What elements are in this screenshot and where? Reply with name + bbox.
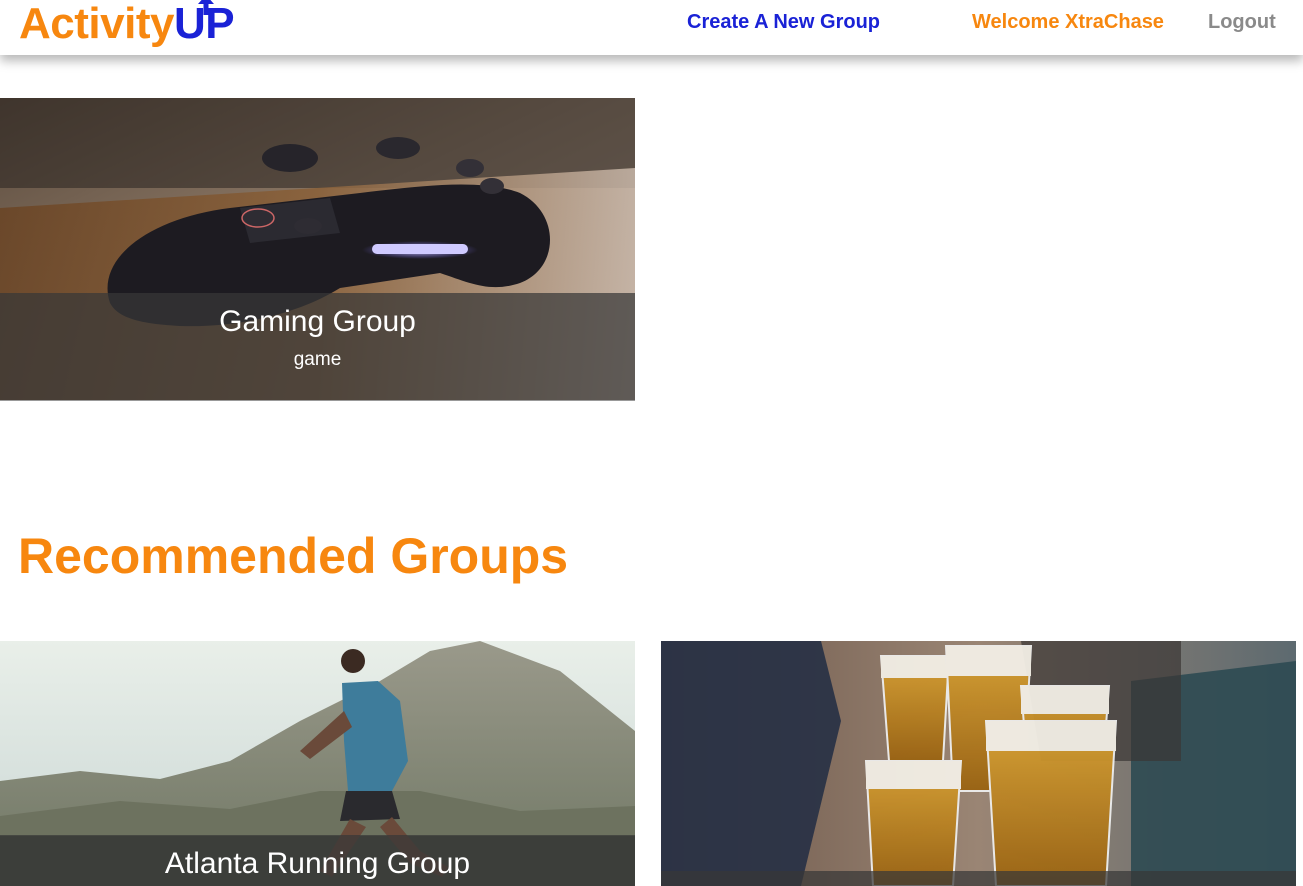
beer-toast-image [661, 641, 1296, 886]
group-card-beer[interactable] [661, 641, 1296, 886]
logout-link[interactable]: Logout [1208, 10, 1276, 34]
group-card-gaming[interactable]: Gaming Group game [0, 98, 635, 401]
top-navbar: ActivityUP Create A New Group Welcome Xt… [0, 0, 1303, 55]
logo-text-activity: Activity [19, 0, 174, 48]
recommended-groups-heading: Recommended Groups [18, 528, 569, 584]
logo-text-up: UP [174, 0, 235, 48]
group-title: Atlanta Running Group [164, 847, 471, 880]
group-card-atlanta-running[interactable]: Atlanta Running Group [0, 641, 635, 886]
group-title: Gaming Group [219, 305, 416, 338]
group-card-caption: Gaming Group game [0, 293, 635, 400]
activityup-logo[interactable]: ActivityUP [19, 0, 235, 52]
group-card-caption: Atlanta Running Group [0, 835, 635, 886]
create-new-group-link[interactable]: Create A New Group [687, 10, 880, 34]
up-arrow-icon [197, 0, 214, 15]
group-tag: game [293, 349, 342, 370]
welcome-user-link[interactable]: Welcome XtraChase [972, 10, 1164, 34]
group-card-caption [661, 871, 1296, 886]
